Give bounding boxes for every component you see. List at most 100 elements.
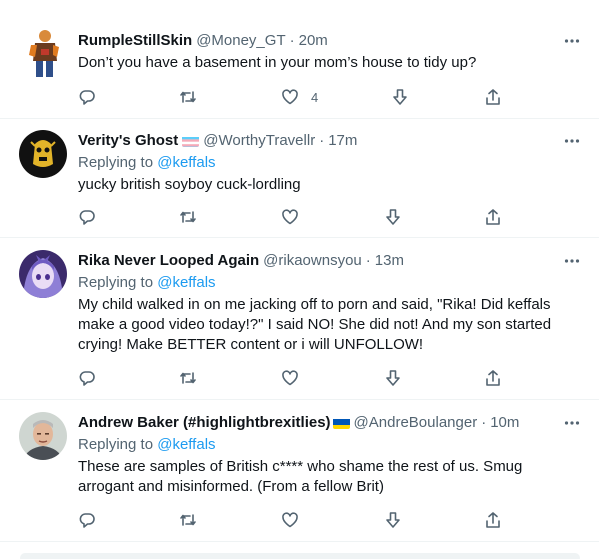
share-button[interactable]	[484, 510, 502, 530]
more-options-button[interactable]	[563, 132, 581, 150]
reply-button[interactable]	[78, 510, 96, 530]
reply-icon	[79, 210, 95, 225]
tweet[interactable]: RumpleStillSkin @Money_GT · 20m Don’t yo…	[0, 0, 599, 119]
reply-icon	[79, 513, 95, 528]
mention-link[interactable]: @keffals	[157, 274, 215, 291]
downvote-button[interactable]	[384, 510, 402, 530]
action-bar	[78, 207, 508, 227]
share-button[interactable]	[484, 368, 502, 388]
more-icon	[564, 259, 580, 263]
timestamp[interactable]: 20m	[299, 31, 328, 51]
share-icon	[486, 89, 500, 105]
tweet-header: Verity's Ghost @WorthyTravellr · 17m	[78, 131, 357, 151]
like-icon	[282, 370, 298, 386]
avatar[interactable]	[19, 412, 67, 460]
share-icon	[486, 370, 500, 386]
man-avatar-icon	[19, 412, 67, 460]
action-bar	[78, 510, 508, 530]
user-handle[interactable]: @Money_GT	[196, 31, 285, 51]
retweet-button[interactable]	[179, 87, 197, 107]
reply-icon	[79, 90, 95, 105]
tweet-header: Rika Never Looped Again @rikaownsyou · 1…	[78, 251, 404, 271]
display-name[interactable]: RumpleStillSkin	[78, 31, 192, 51]
downvote-icon	[386, 512, 400, 528]
reply-button[interactable]	[78, 207, 96, 227]
avatar[interactable]	[19, 250, 67, 298]
like-button[interactable]	[281, 510, 299, 530]
avatar[interactable]	[21, 27, 65, 79]
more-icon	[564, 39, 580, 43]
like-count: 4	[311, 89, 319, 105]
tweet-text: My child walked in on me jacking off to …	[78, 296, 552, 353]
timestamp[interactable]: 13m	[375, 251, 404, 271]
share-button[interactable]	[484, 207, 502, 227]
figure-avatar-icon	[21, 27, 65, 79]
anime-avatar-icon	[19, 250, 67, 298]
tweet[interactable]: Rika Never Looped Again @rikaownsyou · 1…	[0, 238, 599, 400]
retweet-button[interactable]	[179, 207, 197, 227]
retweet-button[interactable]	[179, 510, 197, 530]
separator: ·	[481, 414, 487, 431]
downvote-button[interactable]	[384, 368, 402, 388]
retweet-icon	[180, 211, 196, 223]
share-icon	[486, 209, 500, 225]
more-options-button[interactable]	[563, 32, 581, 50]
user-handle[interactable]: @rikaownsyou	[263, 251, 362, 271]
like-icon	[282, 89, 298, 105]
retweet-icon	[180, 91, 196, 103]
downvote-button[interactable]	[384, 207, 402, 227]
reply-icon	[79, 371, 95, 386]
timestamp[interactable]: 17m	[328, 131, 357, 151]
timestamp[interactable]: 10m	[490, 413, 519, 433]
downvote-icon	[386, 209, 400, 225]
downvote-button[interactable]	[391, 87, 409, 107]
tweet-header: RumpleStillSkin @Money_GT · 20m	[78, 31, 328, 51]
reply-composer-edge	[20, 553, 580, 559]
retweet-button[interactable]	[179, 368, 197, 388]
separator: ·	[289, 32, 295, 49]
replying-to-label: Replying to	[78, 154, 158, 171]
display-name[interactable]: Verity's Ghost	[78, 131, 178, 151]
user-handle[interactable]: @WorthyTravellr	[203, 131, 315, 151]
like-button[interactable]	[281, 207, 299, 227]
replying-to-label: Replying to	[78, 436, 158, 453]
trans-flag-icon	[182, 135, 200, 147]
reply-button[interactable]	[78, 368, 96, 388]
like-button[interactable]: 4	[281, 87, 318, 107]
tweet-text: These are samples of British c**** who s…	[78, 458, 523, 495]
retweet-icon	[180, 514, 196, 526]
ukraine-flag-icon	[332, 417, 350, 429]
share-button[interactable]	[484, 87, 502, 107]
more-options-button[interactable]	[563, 414, 581, 432]
replying-to: Replying to @keffals	[78, 435, 216, 455]
like-icon	[282, 512, 298, 528]
separator: ·	[319, 132, 325, 149]
more-icon	[564, 139, 580, 143]
replying-to: Replying to @keffals	[78, 273, 216, 293]
downvote-icon	[386, 370, 400, 386]
display-name[interactable]: Andrew Baker (#highlightbrexitlies)	[78, 413, 331, 433]
mention-link[interactable]: @keffals	[157, 436, 215, 453]
tweet[interactable]: Andrew Baker (#highlightbrexitlies) @And…	[0, 400, 599, 542]
avatar[interactable]	[19, 130, 67, 178]
separator: ·	[365, 252, 371, 269]
more-options-button[interactable]	[563, 252, 581, 270]
like-button[interactable]	[281, 368, 299, 388]
display-name[interactable]: Rika Never Looped Again	[78, 251, 259, 271]
retweet-icon	[180, 372, 196, 384]
reply-button[interactable]	[78, 87, 96, 107]
action-bar	[78, 368, 508, 388]
user-handle[interactable]: @AndreBoulanger	[354, 413, 478, 433]
tweet-header: Andrew Baker (#highlightbrexitlies) @And…	[78, 413, 519, 433]
tweet-text: Don’t you have a basement in your mom’s …	[78, 54, 477, 71]
like-icon	[282, 209, 298, 225]
share-icon	[486, 512, 500, 528]
replying-to: Replying to @keffals	[78, 153, 216, 173]
more-icon	[564, 421, 580, 425]
tweet-text: yucky british soyboy cuck-lordling	[78, 176, 301, 193]
tweet[interactable]: Verity's Ghost @WorthyTravellr · 17m Rep…	[0, 119, 599, 238]
mention-link[interactable]: @keffals	[157, 154, 215, 171]
downvote-icon	[393, 89, 407, 105]
ghost-avatar-icon	[19, 130, 67, 178]
action-bar: 4	[78, 87, 508, 107]
